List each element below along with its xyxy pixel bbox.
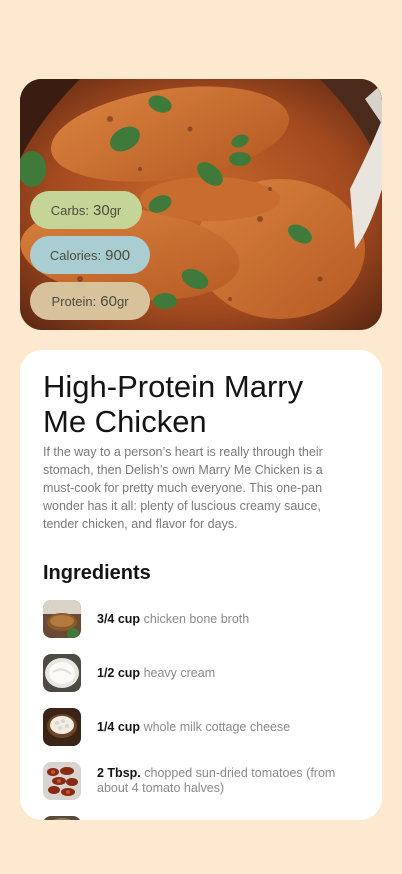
ingredient-item-partial: [43, 816, 363, 820]
carbs-pill: Carbs: 30 gr: [30, 191, 142, 229]
ingredient-text: 1/4 cup whole milk cottage cheese: [97, 720, 337, 735]
ingredient-amount: 2 Tbsp.: [97, 766, 141, 780]
calories-value: 900: [105, 247, 131, 264]
recipe-card[interactable]: High-Protein Marry Me Chicken If the way…: [20, 350, 382, 820]
ingredient-item[interactable]: 2 Tbsp. chopped sun-dried tomatoes (from…: [43, 762, 363, 800]
calories-pill: Calories: 900: [30, 236, 150, 274]
ingredient-amount: 1/4 cup: [97, 719, 141, 734]
recipe-hero-image: Carbs: 30 gr Calories: 900 Protein: 60 gr: [20, 79, 382, 330]
recipe-title: High-Protein Marry Me Chicken: [43, 369, 304, 439]
tomatoes-thumbnail: [43, 762, 81, 800]
ingredient-item[interactable]: 1/4 cup whole milk cottage cheese: [43, 708, 363, 746]
calories-label: Calories:: [49, 248, 102, 263]
carbs-value: 30: [93, 202, 110, 219]
ingredients-heading: Ingredients: [43, 562, 151, 584]
protein-pill: Protein: 60 gr: [30, 282, 150, 320]
ingredient-text: 1/2 cup heavy cream: [97, 666, 337, 681]
ingredient-thumbnail: [43, 816, 81, 820]
carbs-unit: gr: [109, 203, 122, 218]
ingredient-item[interactable]: 1/2 cup heavy cream: [43, 654, 363, 692]
broth-thumbnail: [43, 600, 81, 638]
carbs-label: Carbs:: [50, 203, 90, 218]
cottage-cheese-thumbnail: [43, 708, 81, 746]
protein-unit: gr: [116, 294, 129, 309]
recipe-page: Carbs: 30 gr Calories: 900 Protein: 60 gr …: [0, 0, 402, 874]
recipe-description: If the way to a person’s heart is really…: [43, 445, 323, 531]
ingredient-text: 2 Tbsp. chopped sun-dried tomatoes (from…: [97, 766, 337, 796]
protein-label: Protein:: [51, 294, 97, 309]
ingredient-name: chicken bone broth: [143, 611, 250, 626]
ingredient-name: heavy cream: [143, 665, 216, 680]
ingredient-amount: 3/4 cup: [97, 611, 141, 626]
ingredient-text: 3/4 cup chicken bone broth: [97, 612, 337, 627]
ingredient-name: whole milk cottage cheese: [143, 719, 291, 734]
cream-thumbnail: [43, 654, 81, 692]
protein-value: 60: [100, 293, 117, 310]
ingredient-item[interactable]: 3/4 cup chicken bone broth: [43, 600, 363, 638]
ingredient-amount: 1/2 cup: [97, 665, 141, 680]
